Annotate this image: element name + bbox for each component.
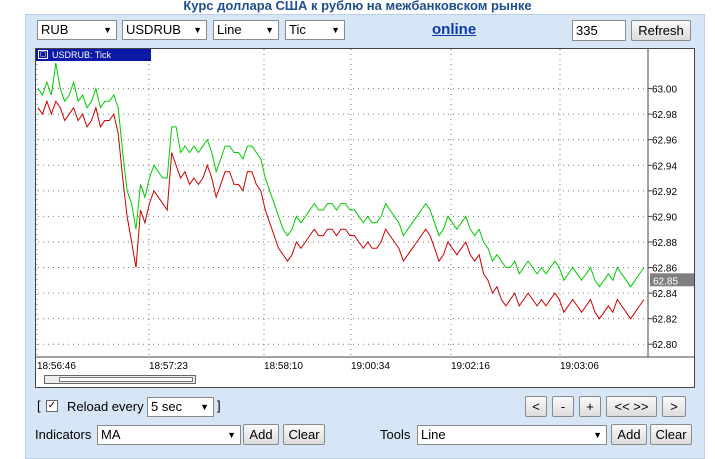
window-icon[interactable]: ▢ [38,50,48,59]
chart-header-label: USDRUB: Tick [52,50,112,60]
scrollbar-thumb[interactable] [59,377,193,382]
x-tick-label: 19:02:16 [451,361,490,372]
price-chart: 63.00 62.98 62.96 62.94 62.92 62.90 62.88 62.86… [36,49,694,372]
zoom-out-button[interactable]: - [552,396,574,417]
tools-clear-button[interactable]: Clear [650,424,692,445]
tick-count-input[interactable]: 335 [572,20,626,41]
y-tick-label: 62.82 [652,315,677,326]
chevron-down-icon: ▼ [103,25,112,35]
chart-type-select[interactable]: Line ▼ [213,20,279,40]
tools-select-value: Line [421,427,446,442]
zoom-in-button[interactable]: + [579,396,601,417]
indicators-label: Indicators [35,427,92,442]
y-tick-label: 62.92 [652,187,677,198]
y-tick-label: 62.90 [652,212,677,223]
y-tick-label: 62.94 [652,161,677,172]
x-tick-label: 19:00:34 [351,361,390,372]
x-tick-label: 18:56:46 [37,361,76,372]
chart-scrollbar[interactable] [44,375,196,384]
y-tick-label: 62.88 [652,238,677,249]
currency-select[interactable]: RUB ▼ [37,20,117,40]
interval-select-value: Tic [289,22,306,37]
interval-select[interactable]: Tic ▼ [285,20,345,40]
y-tick-label: 62.98 [652,110,677,121]
reload-interval-select[interactable]: 5 sec ▼ [147,397,214,417]
reload-label: Reload every [67,399,144,414]
reload-checkbox[interactable]: ✓ [46,400,58,412]
chart-header: ▢ USDRUB: Tick [36,49,151,61]
tools-select[interactable]: Line ▼ [417,425,607,445]
chevron-down-icon: ▼ [200,402,209,412]
current-price-label: 62.85 [653,276,678,287]
chart-type-select-value: Line [217,22,242,37]
chevron-down-icon: ▼ [227,430,236,440]
indicators-clear-button[interactable]: Clear [283,424,325,445]
currency-select-value: RUB [41,22,69,37]
online-link[interactable]: online [432,21,476,38]
y-tick-label: 62.84 [652,289,677,300]
chevron-down-icon: ▼ [193,25,202,35]
pair-select[interactable]: USDRUB ▼ [122,20,207,40]
indicators-add-button[interactable]: Add [243,424,279,445]
fit-all-button[interactable]: << >> [606,396,657,417]
nav-next-button[interactable]: > [662,396,686,417]
tools-label: Tools [380,427,411,442]
y-tick-label: 62.80 [652,340,677,351]
bracket-open: [ [37,398,41,413]
y-tick-label: 63.00 [652,85,677,96]
chevron-down-icon: ▼ [331,25,340,35]
chart-area: 63.00 62.98 62.96 62.94 62.92 62.90 62.88 62.86… [35,48,695,388]
ask-series-line [37,62,645,288]
chevron-down-icon: ▼ [265,25,274,35]
x-tick-label: 18:58:10 [264,361,303,372]
refresh-button[interactable]: Refresh [631,20,691,41]
x-tick-label: 19:03:06 [560,361,599,372]
x-tick-label: 18:57:23 [149,361,188,372]
indicators-select[interactable]: MA ▼ [97,425,241,445]
bracket-close: ] [217,398,221,413]
indicators-select-value: MA [101,427,121,442]
y-tick-label: 62.96 [652,136,677,147]
pair-select-value: USDRUB [126,22,181,37]
bid-series-line [37,99,645,320]
reload-interval-value: 5 sec [151,399,183,414]
chevron-down-icon: ▼ [593,430,602,440]
nav-prev-button[interactable]: < [525,396,547,417]
y-tick-label: 62.86 [652,264,677,275]
tools-add-button[interactable]: Add [611,424,647,445]
page-title: Курс доллара США к рублю на межбанковско… [183,0,532,13]
